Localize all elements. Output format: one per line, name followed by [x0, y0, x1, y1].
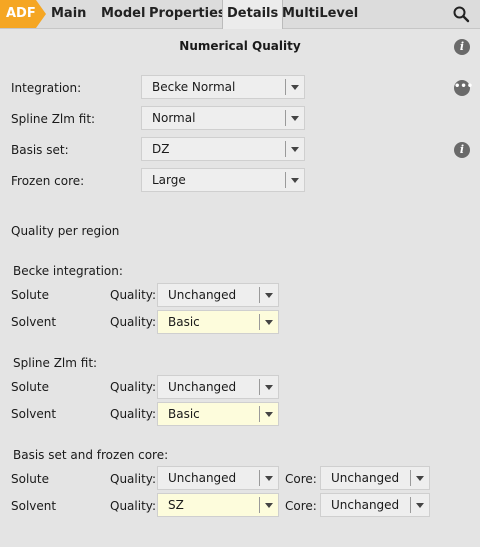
search-icon[interactable] — [452, 5, 470, 23]
chevron-down-icon — [265, 412, 273, 417]
chevron-down-icon — [291, 147, 299, 152]
basis-solute-quality-label: Quality: — [110, 472, 157, 486]
spline-value: Normal — [152, 111, 196, 125]
dropdown-separator — [285, 172, 286, 188]
becke-solute-value: Unchanged — [168, 288, 237, 302]
integration-dropdown[interactable]: Becke Normal — [141, 75, 305, 99]
spline-solvent-label: Solvent — [11, 407, 57, 421]
basis-solvent-value: SZ — [168, 498, 184, 512]
tab-bar: ADF Main Model Properties Details MultiL… — [0, 0, 480, 29]
tab-model[interactable]: Model — [101, 0, 145, 28]
chevron-down-icon — [265, 476, 273, 481]
spline-solvent-dropdown[interactable]: Basic — [157, 402, 279, 426]
tab-adf[interactable]: ADF — [0, 0, 46, 28]
dropdown-separator — [259, 314, 260, 330]
tab-main[interactable]: Main — [51, 0, 86, 28]
tab-details[interactable]: Details — [222, 0, 284, 29]
spline-section-heading: Spline Zlm fit: — [13, 356, 98, 370]
basis-section-heading: Basis set and frozen core: — [13, 448, 169, 462]
chevron-down-icon — [265, 293, 273, 298]
info-icon[interactable]: i — [454, 39, 470, 55]
chevron-down-icon — [291, 85, 299, 90]
basis-info-icon[interactable]: i — [454, 142, 470, 158]
spline-solute-dropdown[interactable]: Unchanged — [157, 375, 279, 399]
basis-label: Basis set: — [11, 143, 69, 157]
chevron-down-icon — [416, 503, 424, 508]
basis-solute-core-label: Core: — [285, 472, 317, 486]
becke-heading: Becke integration: — [13, 264, 123, 278]
frozen-core-value: Large — [152, 173, 186, 187]
dropdown-separator — [410, 497, 411, 513]
frozen-core-dropdown[interactable]: Large — [141, 168, 305, 192]
basis-dropdown[interactable]: DZ — [141, 137, 305, 161]
chevron-down-icon — [265, 385, 273, 390]
spline-dropdown[interactable]: Normal — [141, 106, 305, 130]
dropdown-separator — [259, 287, 260, 303]
dropdown-separator — [259, 497, 260, 513]
dropdown-separator — [285, 79, 286, 95]
quality-per-region-heading: Quality per region — [11, 224, 120, 238]
spline-solute-quality-label: Quality: — [110, 380, 157, 394]
chevron-down-icon — [265, 503, 273, 508]
becke-solvent-value: Basic — [168, 315, 200, 329]
becke-solvent-label: Solvent — [11, 315, 57, 329]
becke-solvent-quality-label: Quality: — [110, 315, 157, 329]
dropdown-separator — [285, 141, 286, 157]
spline-solvent-value: Basic — [168, 407, 200, 421]
dropdown-separator — [259, 379, 260, 395]
basis-value: DZ — [152, 142, 170, 156]
dropdown-separator — [259, 406, 260, 422]
basis-solute-core-dropdown[interactable]: Unchanged — [320, 466, 430, 490]
becke-solute-quality-label: Quality: — [110, 288, 157, 302]
basis-solvent-core-label: Core: — [285, 499, 317, 513]
chevron-down-icon — [291, 178, 299, 183]
spline-solute-value: Unchanged — [168, 380, 237, 394]
basis-solute-core-value: Unchanged — [331, 471, 400, 485]
integration-value: Becke Normal — [152, 80, 236, 94]
basis-solvent-core-value: Unchanged — [331, 498, 400, 512]
spline-label: Spline Zlm fit: — [11, 112, 96, 126]
basis-solvent-label: Solvent — [11, 499, 57, 513]
integration-label: Integration: — [11, 81, 82, 95]
basis-solute-dropdown[interactable]: Unchanged — [157, 466, 279, 490]
spline-solvent-quality-label: Quality: — [110, 407, 157, 421]
basis-solute-label: Solute — [11, 472, 49, 486]
dropdown-separator — [259, 470, 260, 486]
spline-solute-label: Solute — [11, 380, 49, 394]
becke-solute-dropdown[interactable]: Unchanged — [157, 283, 279, 307]
basis-solvent-quality-label: Quality: — [110, 499, 157, 513]
tab-properties[interactable]: Properties — [149, 0, 226, 28]
basis-solvent-core-dropdown[interactable]: Unchanged — [320, 493, 430, 517]
dropdown-separator — [285, 110, 286, 126]
basis-solvent-dropdown[interactable]: SZ — [157, 493, 279, 517]
page-title: Numerical Quality — [179, 39, 301, 53]
more-options-icon[interactable]: ••• — [454, 80, 473, 96]
becke-solvent-dropdown[interactable]: Basic — [157, 310, 279, 334]
becke-solute-label: Solute — [11, 288, 49, 302]
chevron-down-icon — [291, 116, 299, 121]
tab-multilevel[interactable]: MultiLevel — [282, 0, 358, 28]
chevron-down-icon — [416, 476, 424, 481]
basis-solute-value: Unchanged — [168, 471, 237, 485]
chevron-down-icon — [265, 320, 273, 325]
frozen-core-label: Frozen core: — [11, 174, 85, 188]
dropdown-separator — [410, 470, 411, 486]
